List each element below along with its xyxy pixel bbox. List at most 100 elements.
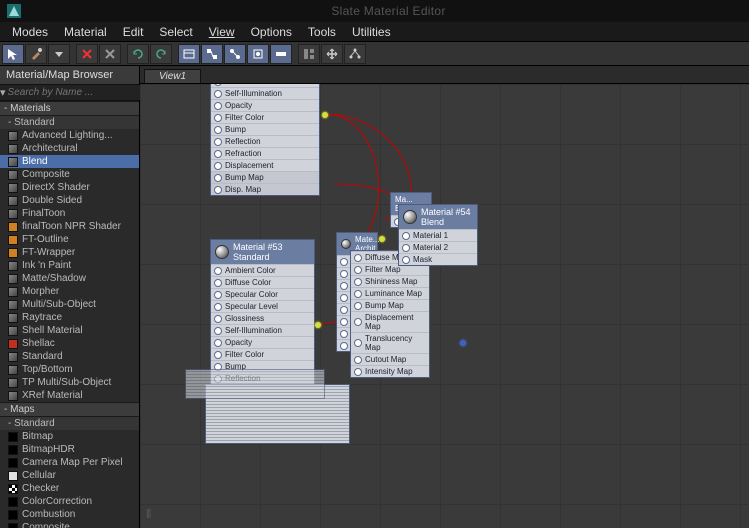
input-port[interactable] [354,278,362,286]
list-item[interactable]: FT-Outline [0,233,139,246]
input-port[interactable] [354,302,362,310]
node-material-54[interactable]: Material #54 Blend Material 1Material 2M… [398,204,478,266]
node-row[interactable]: Bump Map [351,299,429,311]
input-port[interactable] [340,270,348,278]
node-row[interactable]: Diffuse Color [211,276,314,288]
input-port[interactable] [354,339,362,347]
list-item[interactable]: DirectX Shader [0,181,139,194]
input-port[interactable] [340,342,348,350]
node-row[interactable]: Material 2 [399,241,477,253]
menu-select[interactable]: Select [151,23,200,41]
list-item[interactable]: Checker [0,482,139,495]
list-item[interactable]: Architectural [0,142,139,155]
input-port[interactable] [354,318,362,326]
node-row[interactable]: Shininess Map [351,275,429,287]
list-item[interactable]: Blend [0,155,139,168]
input-port[interactable] [214,279,222,287]
input-port[interactable] [214,267,222,275]
input-port[interactable] [354,368,362,376]
input-port[interactable] [214,102,222,110]
input-port[interactable] [214,150,222,158]
input-port[interactable] [214,186,222,194]
list-item[interactable]: ColorCorrection [0,495,139,508]
menu-view[interactable]: View [201,23,243,41]
node-b-button[interactable] [201,44,223,64]
list-item[interactable]: FT-Wrapper [0,246,139,259]
node-row[interactable]: Luminance Map [351,287,429,299]
input-port[interactable] [354,254,362,262]
input-port[interactable] [340,330,348,338]
input-port[interactable] [354,356,362,364]
node-arch-slots[interactable]: Diffuse MapFilter MapShininess MapLumina… [350,250,430,378]
sub-header[interactable]: - Standard [0,116,139,129]
node-row[interactable]: Translucency Map [351,332,429,353]
node-c-button[interactable] [224,44,246,64]
node-canvas[interactable]: GlossinessSelf-IlluminationOpacityFilter… [140,84,749,528]
input-port[interactable] [214,162,222,170]
input-port[interactable] [354,290,362,298]
node-row[interactable]: Filter Color [211,348,314,360]
tab-view1[interactable]: View1 [144,69,201,83]
node-row[interactable]: Specular Color [211,288,314,300]
node-a-button[interactable] [178,44,200,64]
list-item[interactable]: Composite [0,521,139,528]
node-row[interactable]: Intensity Map [351,365,429,377]
input-port[interactable] [214,114,222,122]
input-port[interactable] [354,266,362,274]
input-port[interactable] [214,90,222,98]
list-item[interactable]: Double Sided [0,194,139,207]
pointer-tool-button[interactable] [2,44,24,64]
list-item[interactable]: Morpher [0,285,139,298]
menu-options[interactable]: Options [243,23,300,41]
pan-button[interactable] [321,44,343,64]
list-item[interactable]: TP Multi/Sub-Object [0,376,139,389]
delete-x-button[interactable] [76,44,98,64]
input-port[interactable] [214,315,222,323]
list-item[interactable]: Composite [0,168,139,181]
input-port[interactable] [402,244,410,252]
list-item[interactable]: Shell Material [0,324,139,337]
input-port[interactable] [340,318,348,326]
node-row[interactable]: Ambient Color [211,264,314,276]
node-row[interactable]: Self-Illumination [211,87,319,99]
node-row[interactable]: Displacement Map [351,311,429,332]
list-item[interactable]: Camera Map Per Pixel [0,456,139,469]
sub-header[interactable]: - Standard [0,417,139,430]
list-item[interactable]: Combustion [0,508,139,521]
node-d-button[interactable] [247,44,269,64]
menu-material[interactable]: Material [56,23,115,41]
node-row[interactable]: Displacement [211,159,319,171]
node-head[interactable]: Material #53 Standard [211,240,314,264]
dropdown-button[interactable] [48,44,70,64]
node-spectral-level[interactable]: GlossinessSelf-IlluminationOpacityFilter… [210,84,320,196]
node-row[interactable]: Bump Map [211,171,319,183]
node-row[interactable]: Cutout Map [351,353,429,365]
node-row[interactable]: Self-Illumination [211,324,314,336]
list-item[interactable]: Multi/Sub-Object [0,298,139,311]
list-item[interactable]: FinalToon [0,207,139,220]
node-row[interactable]: Mask [399,253,477,265]
refresh-a-button[interactable] [127,44,149,64]
input-port[interactable] [340,282,348,290]
input-port[interactable] [214,339,222,347]
menu-modes[interactable]: Modes [4,23,56,41]
tree-button[interactable] [344,44,366,64]
output-port-active[interactable] [322,112,328,118]
group-header[interactable]: - Materials [0,101,139,116]
input-port[interactable] [340,306,348,314]
list-item[interactable]: Top/Bottom [0,363,139,376]
node-row[interactable]: Bump [211,123,319,135]
node-row[interactable]: Opacity [211,99,319,111]
delete-button[interactable] [99,44,121,64]
menu-edit[interactable]: Edit [115,23,152,41]
menu-tools[interactable]: Tools [300,23,344,41]
node-row[interactable]: Specular Level [211,300,314,312]
input-port[interactable] [340,294,348,302]
list-item[interactable]: Standard [0,350,139,363]
layout-button[interactable] [298,44,320,64]
group-header[interactable]: - Maps [0,402,139,417]
list-item[interactable]: Cellular [0,469,139,482]
input-port[interactable] [214,174,222,182]
input-port[interactable] [214,303,222,311]
brush-tool-button[interactable] [25,44,47,64]
